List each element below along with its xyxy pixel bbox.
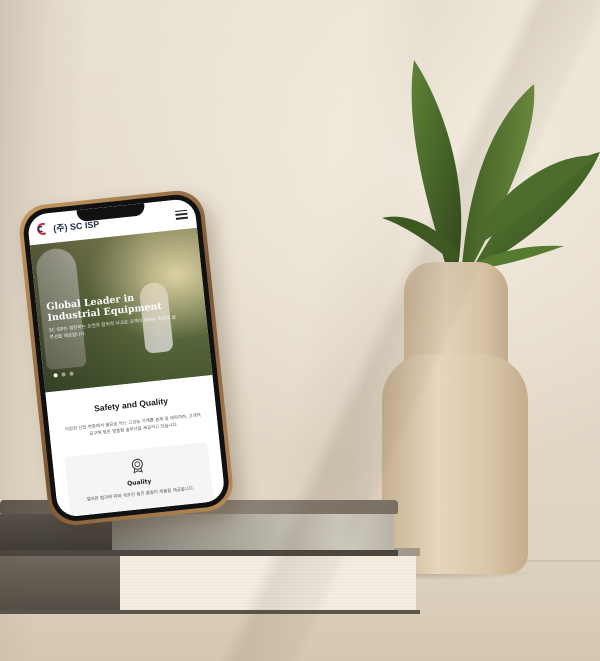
sc-isp-logo-icon: [37, 222, 47, 235]
section-text: 다양한 산업 현장에서 필요로 하는 고성능 기계를 설계 및 제작하며, 고객…: [64, 413, 202, 438]
hamburger-menu-icon[interactable]: [175, 209, 188, 220]
phone-screen: (주) SC ISP Global Leader in Industrial E…: [26, 197, 226, 518]
hero-banner: Global Leader in Industrial Equipment SC…: [29, 227, 213, 393]
quality-badge-icon: [131, 458, 143, 474]
slider-dot-1[interactable]: [53, 373, 58, 378]
product-mockup-scene: (주) SC ISP Global Leader in Industrial E…: [0, 0, 600, 661]
safety-quality-section: Safety and Quality 다양한 산업 현장에서 필요로 하는 고성…: [45, 374, 226, 518]
slider-dot-3[interactable]: [69, 371, 74, 376]
smartphone: (주) SC ISP Global Leader in Industrial E…: [16, 188, 236, 528]
slider-dot-2[interactable]: [61, 372, 66, 377]
